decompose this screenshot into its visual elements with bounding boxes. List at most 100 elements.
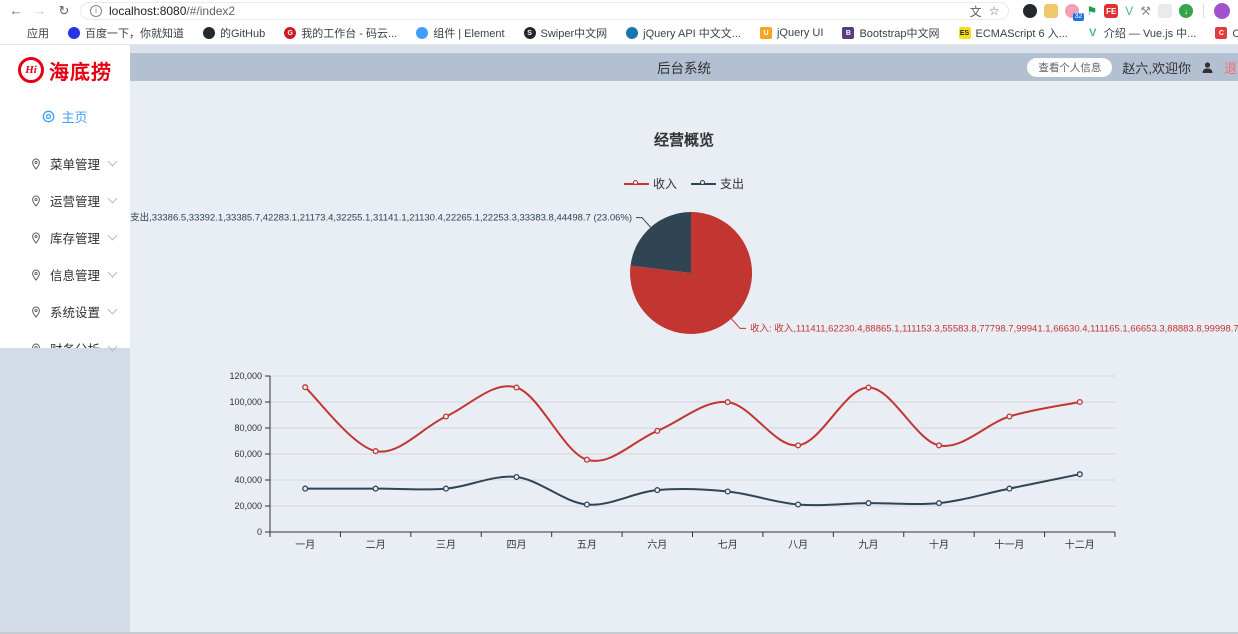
tray-separator: [1203, 4, 1204, 18]
bookmark-item[interactable]: V 介绍 — Vue.js 中...: [1087, 25, 1197, 41]
sidebar-home-label: 主页: [61, 109, 88, 125]
line-series-收入: [304, 385, 1081, 462]
bookmark-favicon: ES: [958, 27, 971, 39]
bookmark-item[interactable]: UjQuery UI: [759, 27, 824, 39]
sidebar-item-home[interactable]: 主页: [0, 95, 130, 137]
url-host: localhost:8080: [109, 4, 187, 18]
x-axis-label: 十月: [929, 538, 949, 551]
back-icon[interactable]: ←: [8, 0, 24, 22]
logout-link[interactable]: 退出: [1224, 58, 1238, 77]
url-text[interactable]: localhost:8080/#/index2: [109, 4, 235, 18]
bookmark-favicon: [203, 27, 215, 39]
bookmark-item[interactable]: 的GitHub: [203, 25, 265, 41]
data-point-收入: [654, 427, 661, 434]
bookmark-favicon: V: [1089, 27, 1097, 39]
data-point-支出: [513, 473, 520, 481]
sidebar-item-label: 菜单管理: [50, 158, 101, 172]
bookmark-item[interactable]: 应用: [10, 25, 49, 41]
bookmark-item[interactable]: S Swiper中文网: [523, 25, 608, 41]
sidebar-item-信息管理[interactable]: 信息管理: [0, 256, 130, 293]
url-path: /#/index2: [186, 4, 236, 18]
calendar-extension-icon[interactable]: 32: [1065, 4, 1085, 21]
x-axis-label: 四月: [506, 539, 526, 551]
data-point-收入: [442, 413, 450, 420]
data-point-支出: [935, 500, 943, 507]
extension-tray: 32 ⚑ FE V ⚒ ↓: [1017, 4, 1193, 21]
x-axis-label: 五月: [577, 539, 597, 551]
bookmark-label: 百度一下，你就知道: [85, 28, 184, 40]
data-point-收入: [372, 448, 379, 455]
x-axis-label: 十二月: [1065, 538, 1095, 551]
bookmark-item[interactable]: G 我的工作台 - 码云...: [284, 25, 397, 41]
chevron-down-icon: [107, 156, 118, 167]
bookmark-favicon: [10, 27, 22, 39]
sidebar-item-库存管理[interactable]: 库存管理: [0, 219, 130, 256]
idm-extension-icon[interactable]: ↓: [1179, 4, 1193, 18]
chevron-down-icon: [107, 230, 118, 241]
reload-icon[interactable]: ↻: [56, 0, 72, 22]
main-column: 后台系统 查看个人信息 赵六,欢迎你 退出 经营概览 收入支出 收入: 收入,1…: [130, 45, 1238, 634]
location-pin-icon: [32, 268, 40, 281]
brand-logo: Hi 海底捞: [0, 45, 130, 95]
bookmark-item[interactable]: ES ECMAScript 6 入...: [958, 25, 1068, 41]
pie-label-line-支出: [636, 217, 651, 228]
bookmark-label: Swiper中文网: [540, 28, 608, 40]
x-axis-label: 六月: [647, 539, 667, 551]
bookmark-favicon: C: [1215, 27, 1228, 39]
github-extension-icon[interactable]: [1023, 4, 1038, 18]
bookmark-label: 介绍 — Vue.js 中...: [1103, 28, 1197, 40]
bookmark-item[interactable]: jQuery API 中文文...: [626, 25, 741, 41]
charts-canvas: 收入: 收入,111411,62230.4,88865.1,111153.3,5…: [130, 212, 1238, 551]
forward-icon[interactable]: →: [32, 0, 48, 22]
bookmark-favicon: [626, 27, 639, 39]
location-pin-icon: [32, 305, 40, 318]
profile-avatar[interactable]: [1214, 3, 1230, 19]
pie-label-line-收入: [731, 318, 746, 329]
line-series-支出: [305, 473, 1081, 507]
chevron-down-icon: [107, 304, 118, 315]
flag-extension-icon[interactable]: ⚑: [1086, 4, 1097, 18]
y-axis-label: 80,000: [234, 423, 262, 433]
bookmark-label: jQuery UI: [776, 27, 824, 39]
sidebar-item-label: 库存管理: [50, 232, 101, 246]
data-point-收入: [1006, 413, 1013, 420]
blank-extension-icon[interactable]: [1158, 4, 1172, 18]
data-point-支出: [442, 485, 450, 492]
sidebar-item-label: 信息管理: [50, 269, 101, 283]
tools-extension-icon[interactable]: ⚒: [1140, 4, 1151, 18]
sidebar-item-label: 运营管理: [50, 195, 101, 209]
data-point-收入: [865, 384, 872, 391]
address-bar[interactable]: i localhost:8080/#/index2 文 ☆: [80, 2, 1010, 20]
sidebar-item-系统设置[interactable]: 系统设置: [0, 293, 130, 330]
notes-extension-icon[interactable]: [1044, 4, 1059, 18]
bookmark-item[interactable]: B Bootstrap中文网: [842, 25, 940, 41]
home-target-icon: [43, 110, 55, 122]
chevron-down-icon: [107, 267, 118, 278]
translate-icon[interactable]: 文: [970, 3, 982, 20]
sidebar-item-label: 系统设置: [50, 306, 101, 320]
bookmark-favicon: S: [523, 27, 536, 39]
sidebar-item-运营管理[interactable]: 运营管理: [0, 182, 130, 219]
bookmark-favicon: U: [759, 27, 772, 39]
x-axis-label: 一月: [295, 539, 315, 551]
user-icon: [1202, 61, 1213, 73]
view-profile-button[interactable]: 查看个人信息: [1027, 57, 1113, 77]
data-point-收入: [583, 456, 590, 463]
fe-extension-icon[interactable]: FE: [1104, 4, 1119, 18]
vue-extension-icon[interactable]: V: [1125, 4, 1133, 18]
data-point-支出: [724, 488, 731, 495]
bookmark-star-icon[interactable]: ☆: [989, 4, 1000, 18]
data-point-支出: [302, 485, 309, 492]
y-axis-label: 40,000: [234, 475, 262, 485]
data-point-支出: [1076, 471, 1083, 478]
location-pin-icon: [32, 231, 40, 244]
bookmark-label: Bootstrap中文网: [859, 28, 940, 40]
bookmark-label: 应用: [27, 28, 49, 40]
page-info-icon[interactable]: i: [90, 5, 102, 17]
bookmark-item[interactable]: C CSDN-专业IT技术...: [1215, 25, 1238, 41]
bookmark-item[interactable]: 组件 | Element: [416, 25, 505, 41]
data-point-支出: [583, 501, 590, 508]
bookmark-item[interactable]: 百度一下，你就知道: [68, 25, 184, 41]
sidebar-item-菜单管理[interactable]: 菜单管理: [0, 145, 130, 182]
app-header: 后台系统 查看个人信息 赵六,欢迎你 退出: [130, 53, 1238, 81]
